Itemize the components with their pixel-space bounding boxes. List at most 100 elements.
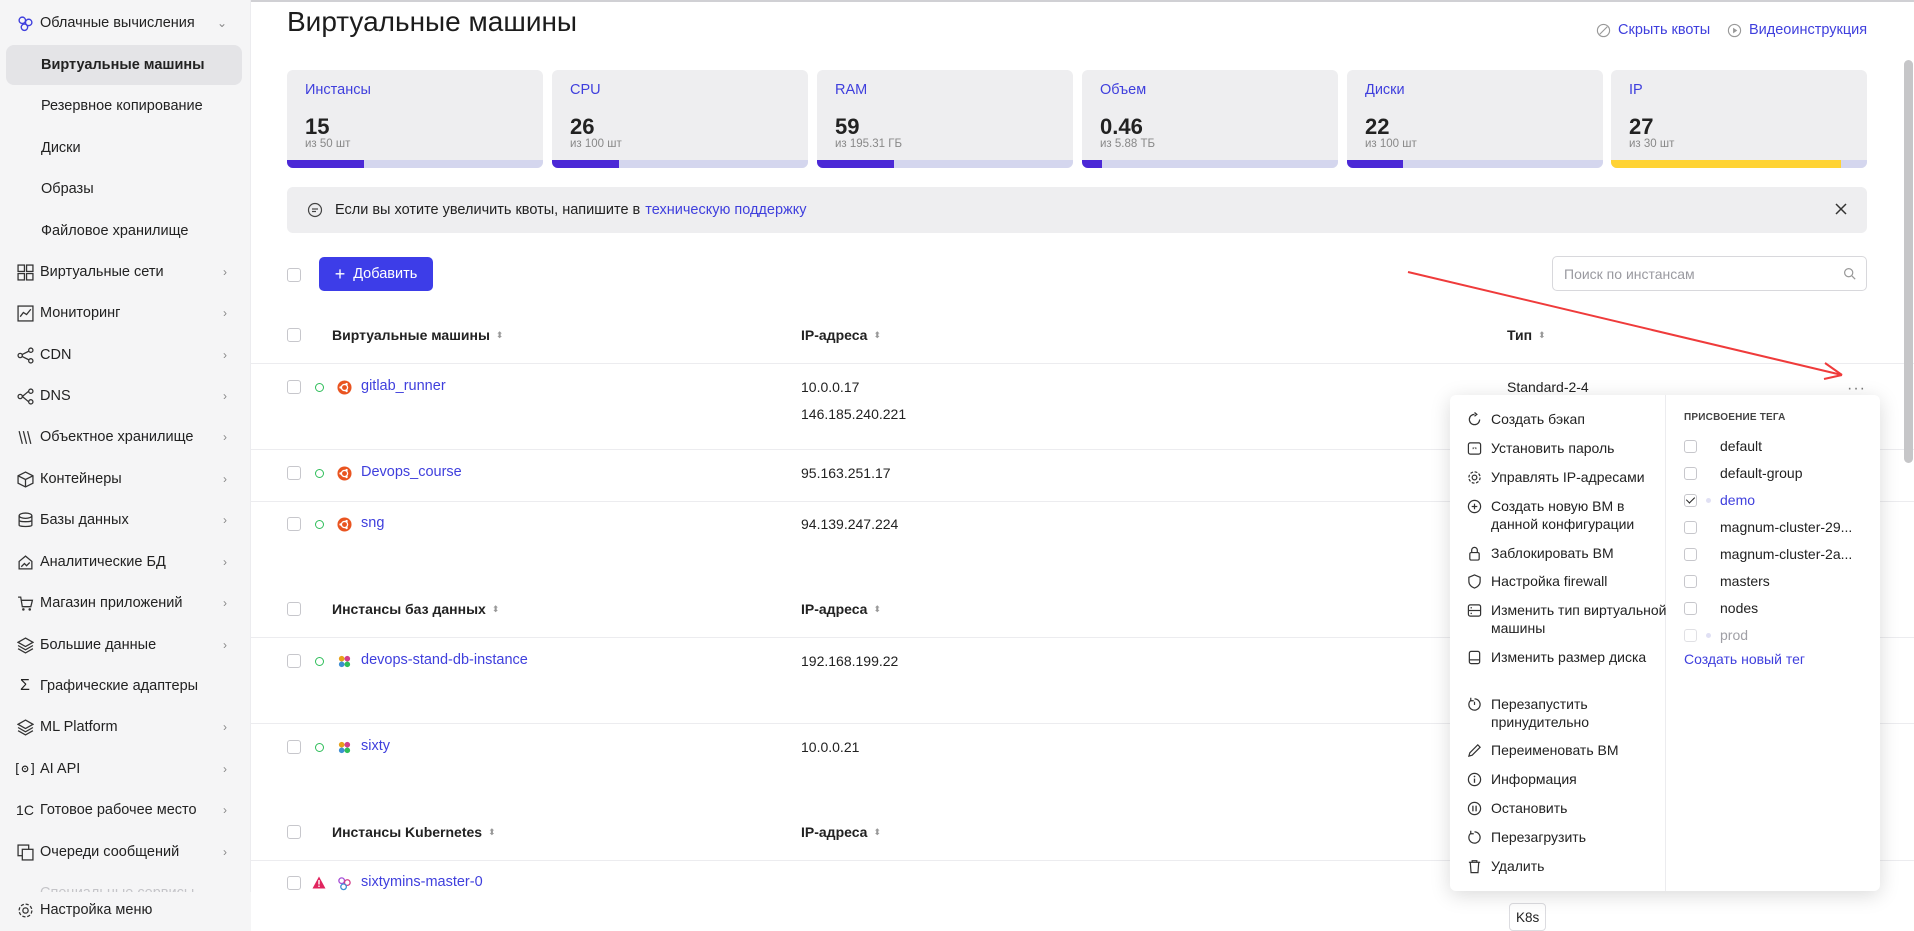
- chart-icon: [16, 304, 34, 322]
- sidebar-item-ml-platform[interactable]: ML Platform ›: [0, 708, 251, 746]
- k8s-ip-column-header[interactable]: IP-адреса ⬍: [801, 824, 881, 840]
- close-icon[interactable]: [1833, 201, 1849, 217]
- sidebar-subitem-file-storage[interactable]: Файловое хранилище: [41, 212, 188, 250]
- tag-checkbox[interactable]: [1684, 628, 1697, 642]
- db-header-checkbox[interactable]: [287, 602, 301, 616]
- menu-item-resize-disk[interactable]: Изменить размер диска: [1467, 648, 1671, 666]
- tag-option[interactable]: default: [1684, 437, 1762, 455]
- menu-item-rename[interactable]: Переименовать ВМ: [1467, 741, 1671, 759]
- sidebar-item-gpu[interactable]: Σ Графические адаптеры: [0, 667, 251, 705]
- video-link[interactable]: Видеоинструкция: [1727, 22, 1867, 38]
- sidebar-item-big-data[interactable]: Большие данные ›: [0, 626, 251, 664]
- menu-item-info[interactable]: Информация: [1467, 770, 1671, 788]
- sidebar-item-monitoring[interactable]: Мониторинг ›: [0, 294, 251, 332]
- sidebar-item-databases[interactable]: Базы данных ›: [0, 501, 251, 539]
- vm-column-header[interactable]: Виртуальные машины ⬍: [332, 327, 503, 343]
- dns-icon: [16, 387, 34, 405]
- row-checkbox[interactable]: [287, 517, 301, 531]
- ip-column-header[interactable]: IP-адреса ⬍: [801, 327, 881, 343]
- sidebar-item-cloud-computing[interactable]: Облачные вычисления ⌄: [0, 4, 251, 42]
- tag-option[interactable]: prod: [1684, 626, 1748, 644]
- tag-option[interactable]: demo: [1684, 491, 1755, 509]
- menu-item-firewall[interactable]: Настройка firewall: [1467, 572, 1671, 590]
- sidebar-item-label: Настройка меню: [40, 902, 153, 918]
- sidebar-item-cdn[interactable]: CDN ›: [0, 336, 251, 374]
- vm-header-checkbox[interactable]: [287, 328, 301, 342]
- quota-bar: [552, 160, 808, 168]
- vm-name-link[interactable]: sng: [361, 515, 384, 531]
- quota-bar: [817, 160, 1073, 168]
- db-ip-column-header[interactable]: IP-адреса ⬍: [801, 601, 881, 617]
- add-button[interactable]: + Добавить: [319, 257, 433, 291]
- sidebar-item-object-storage[interactable]: Объектное хранилище ›: [0, 418, 251, 456]
- sidebar-item-dns[interactable]: DNS ›: [0, 377, 251, 415]
- menu-item-stop[interactable]: Остановить: [1467, 799, 1671, 817]
- chevron-down-icon: ⌄: [216, 16, 227, 30]
- db-column-header[interactable]: Инстансы баз данных ⬍: [332, 601, 499, 617]
- tag-checkbox-checked[interactable]: [1684, 493, 1697, 507]
- menu-item-manage-ip[interactable]: Управлять IP-адресами: [1467, 468, 1671, 486]
- cart-icon: [16, 594, 34, 612]
- menu-item-change-type[interactable]: Изменить тип виртуальной машины: [1467, 601, 1671, 637]
- tag-option[interactable]: magnum-cluster-29...: [1684, 518, 1852, 536]
- quota-label: RAM: [835, 82, 868, 98]
- sidebar-subitem-vms[interactable]: Виртуальные машины: [41, 46, 205, 84]
- db-name-link[interactable]: sixty: [361, 738, 390, 754]
- sort-icon: ⬍: [495, 329, 504, 340]
- db-engine-icon: [338, 655, 351, 668]
- row-checkbox[interactable]: [287, 380, 301, 394]
- menu-item-set-password[interactable]: ** Установить пароль: [1467, 439, 1671, 457]
- gear-icon: [16, 901, 34, 919]
- sidebar-item-label: Облачные вычисления: [40, 15, 195, 31]
- menu-item-reboot[interactable]: Перезагрузить: [1467, 828, 1671, 846]
- tag-option[interactable]: nodes: [1684, 599, 1758, 617]
- tag-checkbox[interactable]: [1684, 547, 1697, 561]
- support-link[interactable]: техническую поддержку: [645, 202, 806, 218]
- vm-name-link[interactable]: gitlab_runner: [361, 378, 446, 394]
- chevron-right-icon: ›: [223, 389, 227, 403]
- menu-item-lock[interactable]: Заблокировать ВМ: [1467, 544, 1671, 562]
- k8s-header-checkbox[interactable]: [287, 825, 301, 839]
- row-checkbox[interactable]: [287, 654, 301, 668]
- tag-option[interactable]: masters: [1684, 572, 1770, 590]
- menu-item-clone-config[interactable]: Создать новую ВМ в данной конфигурации: [1467, 497, 1671, 533]
- tag-option[interactable]: magnum-cluster-2a...: [1684, 545, 1852, 563]
- sidebar-item-analytics-db[interactable]: Аналитические БД ›: [0, 543, 251, 581]
- sidebar-item-label: Мониторинг: [40, 305, 121, 321]
- k8s-column-header[interactable]: Инстансы Kubernetes ⬍: [332, 824, 496, 840]
- sidebar-subitem-disks[interactable]: Диски: [41, 129, 81, 167]
- create-tag-link[interactable]: Создать новый тег: [1684, 651, 1805, 667]
- db-name-link[interactable]: devops-stand-db-instance: [361, 652, 528, 668]
- sidebar-item-queues[interactable]: Очереди сообщений ›: [0, 833, 251, 871]
- tag-checkbox[interactable]: [1684, 574, 1697, 588]
- sidebar-item-workplace[interactable]: 1C Готовое рабочее место ›: [0, 791, 251, 829]
- tag-checkbox[interactable]: [1684, 466, 1697, 480]
- quota-card-cpu: CPU 26 из 100 шт: [552, 70, 808, 168]
- sidebar-item-label: Графические адаптеры: [40, 678, 199, 694]
- sidebar-item-marketplace[interactable]: Магазин приложений ›: [0, 584, 251, 622]
- menu-item-delete[interactable]: Удалить: [1467, 857, 1671, 875]
- hide-quotas-link[interactable]: Скрыть квоты: [1596, 22, 1710, 38]
- sidebar-subitem-backup[interactable]: Резервное копирование: [41, 87, 203, 125]
- chevron-right-icon: ›: [223, 513, 227, 527]
- menu-item-backup[interactable]: Создать бэкап: [1467, 410, 1671, 428]
- tag-checkbox[interactable]: [1684, 601, 1697, 615]
- select-all-checkbox[interactable]: [287, 268, 301, 282]
- tag-checkbox[interactable]: [1684, 520, 1697, 534]
- add-button-label: Добавить: [353, 266, 418, 282]
- row-checkbox[interactable]: [287, 466, 301, 480]
- k8s-name-link[interactable]: sixtymins-master-0: [361, 874, 483, 890]
- plus-icon: +: [334, 263, 346, 284]
- tag-checkbox[interactable]: [1684, 439, 1697, 453]
- row-checkbox[interactable]: [287, 740, 301, 754]
- menu-settings-button[interactable]: Настройка меню: [0, 891, 251, 929]
- sidebar-item-vnet[interactable]: Виртуальные сети ›: [0, 253, 251, 291]
- tag-option[interactable]: default-group: [1684, 464, 1803, 482]
- sidebar-item-containers[interactable]: Контейнеры ›: [0, 460, 251, 498]
- scrollbar[interactable]: [1904, 60, 1913, 463]
- menu-item-force-restart[interactable]: Перезапустить принудительно: [1467, 695, 1671, 731]
- sidebar-item-ai-api[interactable]: [ʘ] AI API ›: [0, 750, 251, 788]
- sidebar-subitem-images[interactable]: Образы: [41, 170, 94, 208]
- vm-name-link[interactable]: Devops_course: [361, 464, 462, 480]
- row-checkbox[interactable]: [287, 876, 301, 890]
